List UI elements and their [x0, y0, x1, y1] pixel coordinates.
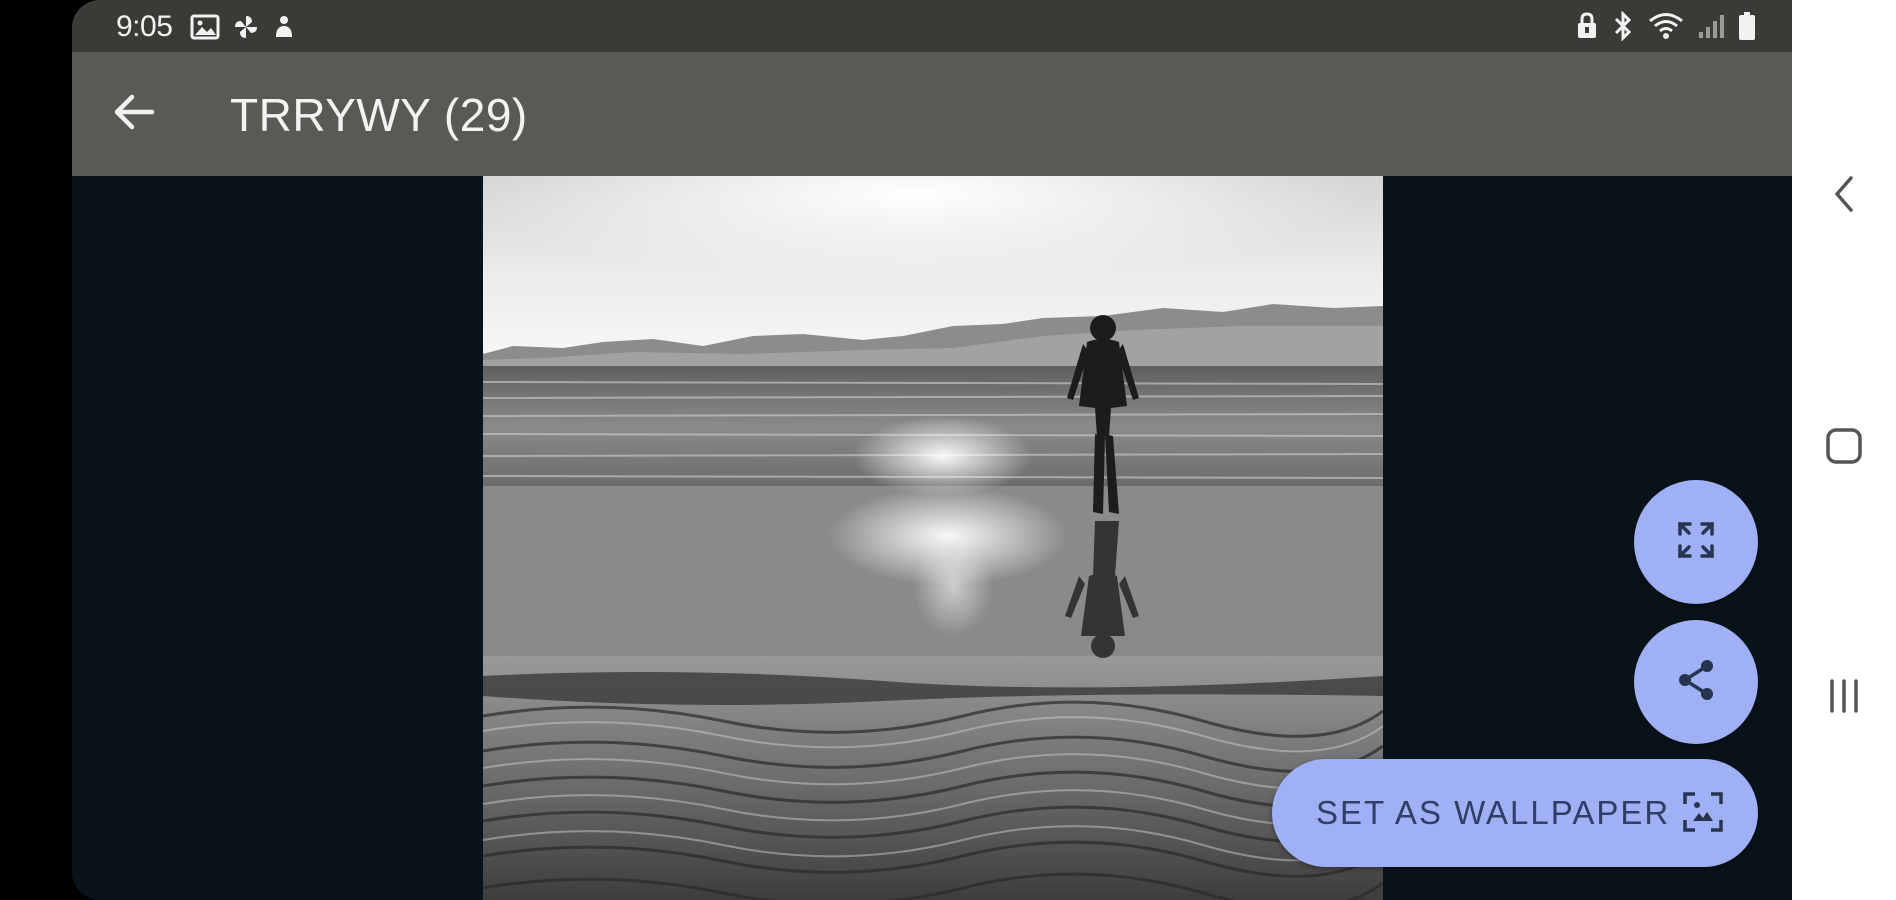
back-button[interactable] [102, 82, 166, 146]
fullscreen-button[interactable] [1634, 480, 1758, 604]
bluetooth-icon [1612, 11, 1634, 41]
nav-back-button[interactable] [1818, 170, 1870, 222]
wifi-icon [1648, 12, 1684, 40]
battery-icon [1738, 11, 1756, 41]
nav-home-button[interactable] [1818, 422, 1870, 474]
status-bar: 9:05 [72, 0, 1792, 52]
secure-lock-icon [1576, 12, 1598, 40]
wallpaper-frame-icon [1682, 791, 1724, 838]
status-time: 9:05 [116, 10, 173, 43]
set-as-wallpaper-button[interactable]: SET AS WALLPAPER [1272, 759, 1758, 867]
notification-icon [272, 13, 296, 41]
arrow-back-icon [112, 92, 156, 137]
set-as-wallpaper-label: SET AS WALLPAPER [1316, 794, 1671, 831]
status-right-icons [1576, 10, 1756, 42]
nav-recents-button[interactable] [1818, 672, 1870, 724]
fullscreen-icon [1676, 520, 1716, 565]
page-title: TRRYWY (29) [230, 89, 528, 141]
system-navigation-bar [1792, 0, 1896, 900]
wallpaper-image[interactable] [483, 176, 1383, 900]
app-screen: 9:05 TRRYWY (29) SET AS WALLPAPER [72, 0, 1792, 900]
status-left-icons [190, 12, 296, 42]
home-icon [1824, 426, 1864, 471]
pinwheel-icon [232, 13, 260, 41]
device-frame: 9:05 TRRYWY (29) SET AS WALLPAPER [0, 0, 1896, 900]
app-bar: TRRYWY (29) [72, 52, 1792, 176]
share-button[interactable] [1634, 620, 1758, 744]
recents-icon [1824, 676, 1864, 721]
gallery-icon [190, 13, 220, 41]
back-icon [1832, 174, 1856, 219]
signal-icon [1698, 12, 1724, 40]
share-icon [1676, 658, 1716, 707]
